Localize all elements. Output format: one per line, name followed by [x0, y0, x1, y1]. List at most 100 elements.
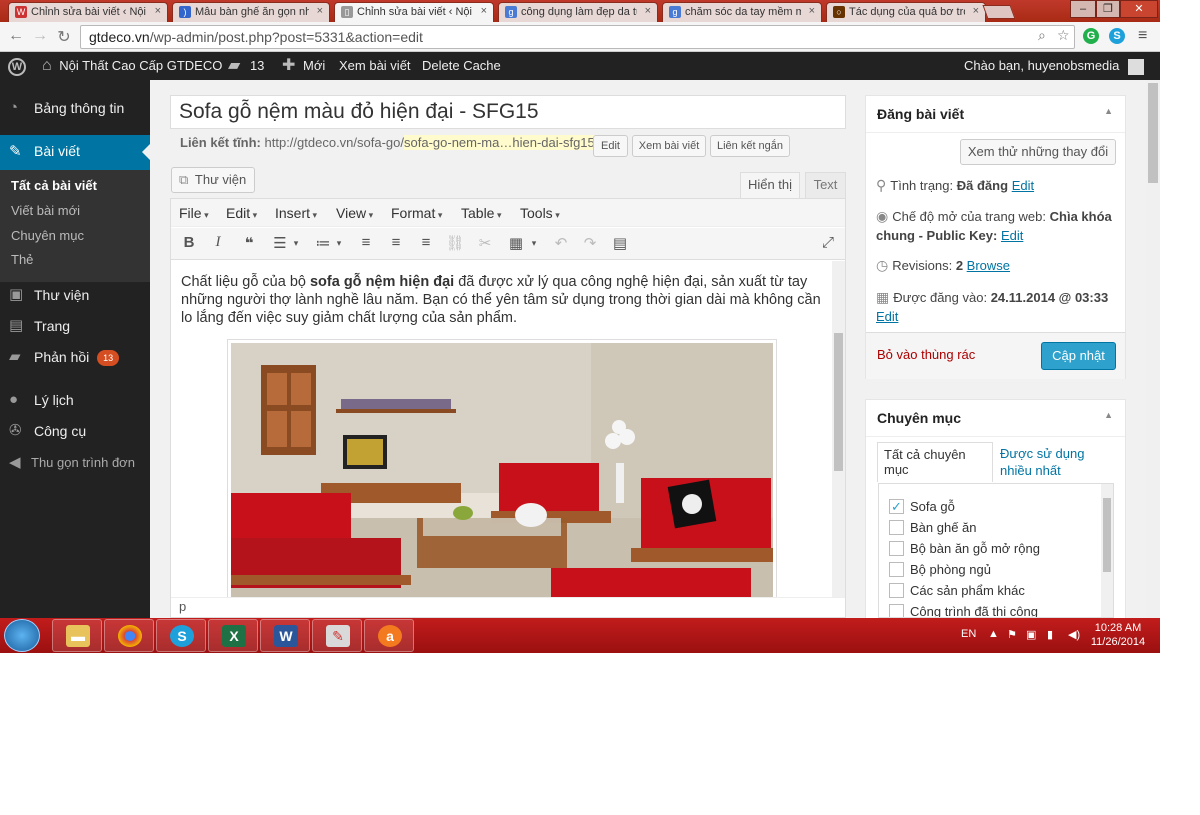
delete-cache-link[interactable]: Delete Cache: [422, 52, 501, 80]
tab-close-icon[interactable]: ×: [317, 5, 323, 17]
close-window-icon[interactable]: ✕: [1120, 0, 1158, 18]
signal-strength-icon[interactable]: ▮: [1047, 628, 1053, 641]
sidebar-item-posts[interactable]: ✎ Bài viết: [0, 135, 150, 170]
back-arrow-icon[interactable]: ←: [6, 27, 26, 45]
tab-text[interactable]: Text: [805, 172, 846, 198]
extension-green-icon[interactable]: G: [1083, 28, 1099, 44]
move-to-trash-link[interactable]: Bỏ vào thùng rác: [877, 347, 975, 362]
network-icon[interactable]: ▣: [1026, 628, 1036, 641]
taskbar-skype[interactable]: S: [156, 619, 206, 652]
post-title-input[interactable]: Sofa gỗ nệm màu đỏ hiện đại - SFG15: [170, 95, 846, 129]
new-content-link[interactable]: ✚ Mới: [282, 52, 325, 80]
browser-tab-6[interactable]: ○ Tác dụng của quả bơ tron ×: [826, 2, 986, 22]
view-post-button[interactable]: Xem bài viết: [632, 135, 706, 157]
menu-insert[interactable]: Insert: [275, 205, 317, 221]
shortlink-button[interactable]: Liên kết ngắn: [710, 135, 790, 157]
bold-icon[interactable]: B: [178, 234, 200, 251]
sidebar-item-dashboard[interactable]: ◔ Bảng thông tin: [0, 93, 150, 123]
permalink-slug[interactable]: sofa-go-nem-ma…hien-dai-sfg15: [404, 135, 595, 150]
taskbar-clock[interactable]: 10:28 AM 11/26/2014: [1088, 621, 1148, 649]
menu-edit[interactable]: Edit: [226, 205, 257, 221]
reload-icon[interactable]: ↻: [54, 27, 74, 47]
tab-all-categories[interactable]: Tất cả chuyên mục: [877, 442, 993, 482]
sidebar-item-pages[interactable]: ▤ Trang: [0, 311, 150, 341]
address-bar[interactable]: gtdeco.vn/wp-admin/post.php?post=5331&ac…: [80, 25, 1075, 49]
bookmark-star-icon[interactable]: ☆: [1057, 27, 1070, 44]
language-indicator[interactable]: EN: [961, 628, 976, 640]
browser-tab-1[interactable]: W Chỉnh sửa bài viết ‹ Nội Th ×: [8, 2, 168, 22]
submenu-all-posts[interactable]: Tất cả bài viết: [11, 178, 97, 193]
tab-close-icon[interactable]: ×: [809, 5, 815, 17]
toolbar-toggle-icon[interactable]: ▤: [609, 234, 631, 252]
tab-most-used[interactable]: Được sử dụng nhiều nhất: [1000, 445, 1118, 479]
tab-close-icon[interactable]: ×: [973, 5, 979, 17]
date-edit-link[interactable]: Edit: [876, 309, 898, 324]
tab-close-icon[interactable]: ×: [155, 5, 161, 17]
tray-expand-icon[interactable]: ▲: [988, 628, 999, 640]
menu-tools[interactable]: Tools: [520, 205, 560, 221]
action-center-flag-icon[interactable]: ⚑: [1007, 628, 1017, 641]
editor-content-area[interactable]: Chất liệu gỗ của bộ sofa gỗ nệm hiện đại…: [171, 261, 831, 597]
preview-changes-button[interactable]: Xem thử những thay đổi: [960, 139, 1116, 165]
taskbar-explorer[interactable]: ▬: [52, 619, 102, 652]
revisions-browse-link[interactable]: Browse: [967, 258, 1010, 273]
taskbar-paint[interactable]: ✎: [312, 619, 362, 652]
sidebar-item-profile[interactable]: ● Lý lịch: [0, 385, 150, 415]
category-scrollbar-thumb[interactable]: [1103, 498, 1111, 572]
category-item[interactable]: Bàn ghế ăn: [889, 520, 977, 536]
submenu-tags[interactable]: Thẻ: [11, 252, 33, 267]
numbered-list-dropdown-icon[interactable]: ▾: [328, 238, 350, 249]
tab-close-icon[interactable]: ×: [481, 5, 487, 17]
checkbox[interactable]: [889, 520, 904, 536]
chrome-menu-icon[interactable]: ≡: [1138, 27, 1147, 45]
redo-icon[interactable]: ↷: [579, 234, 601, 252]
insert-link-icon[interactable]: ⛓: [444, 234, 466, 252]
browser-tab-4[interactable]: g công dụng làm đẹp da từ ×: [498, 2, 658, 22]
skype-extension-icon[interactable]: S: [1109, 28, 1125, 44]
checkbox[interactable]: [889, 562, 904, 578]
windows-start-icon[interactable]: [4, 619, 40, 652]
submenu-categories[interactable]: Chuyên mục: [11, 228, 84, 243]
menu-format[interactable]: Format: [391, 205, 442, 221]
browser-tab-5[interactable]: g chăm sóc da tay mềm ma ×: [662, 2, 822, 22]
align-right-icon[interactable]: ≡: [415, 234, 437, 251]
sidebar-item-comments[interactable]: ▰ Phản hồi 13: [0, 342, 150, 372]
submenu-new-post[interactable]: Viết bài mới: [11, 203, 80, 218]
category-item[interactable]: Các sản phẩm khác: [889, 583, 1025, 599]
align-center-icon[interactable]: ≡: [385, 234, 407, 251]
maximize-window-icon[interactable]: ❐: [1096, 0, 1120, 18]
editor-scrollbar[interactable]: [832, 261, 845, 597]
sidebar-item-tools[interactable]: ✇ Công cụ: [0, 416, 150, 446]
category-item[interactable]: ✓ Sofa gỗ: [889, 499, 955, 515]
menu-file[interactable]: File: [179, 205, 209, 221]
taskbar-chrome[interactable]: [104, 619, 154, 652]
align-left-icon[interactable]: ≡: [355, 234, 377, 251]
status-edit-link[interactable]: Edit: [1012, 178, 1034, 193]
browser-tab-2[interactable]: ) Mẫu bàn ghế ăn gọn nhẹ ×: [172, 2, 330, 22]
menu-view[interactable]: View: [336, 205, 373, 221]
account-greeting[interactable]: Chào bạn, huyenobsmedia: [964, 52, 1145, 80]
taskbar-excel[interactable]: X: [208, 619, 258, 652]
tab-visual[interactable]: Hiển thị: [740, 172, 800, 198]
visibility-edit-link[interactable]: Edit: [1001, 228, 1023, 243]
collapse-menu-button[interactable]: ◀ Thu gọn trình đơn: [0, 448, 150, 478]
page-scrollbar-thumb[interactable]: [1148, 83, 1158, 183]
site-name-link[interactable]: ⌂ Nội Thất Cao Cấp GTDECO: [42, 52, 222, 80]
table-dropdown-icon[interactable]: ▾: [523, 238, 545, 249]
category-item[interactable]: Công trình đã thi công: [889, 604, 1038, 617]
category-item[interactable]: Bộ bàn ăn gỗ mở rộng: [889, 541, 1040, 557]
undo-icon[interactable]: ↶: [550, 234, 572, 252]
taskbar-word[interactable]: W: [260, 619, 310, 652]
comments-link[interactable]: ▰ 13: [228, 52, 264, 80]
checkbox-checked[interactable]: ✓: [889, 499, 904, 515]
checkbox[interactable]: [889, 604, 904, 617]
minimize-window-icon[interactable]: –: [1070, 0, 1096, 18]
italic-icon[interactable]: I: [207, 234, 229, 251]
sidebar-item-media[interactable]: ▣ Thư viện: [0, 280, 150, 310]
category-scrollbar[interactable]: [1101, 484, 1113, 617]
update-button[interactable]: Cập nhật: [1041, 342, 1116, 370]
blockquote-icon[interactable]: ❝: [238, 234, 260, 252]
category-item[interactable]: Bộ phòng ngủ: [889, 562, 991, 578]
editor-scrollbar-thumb[interactable]: [834, 333, 843, 471]
bullet-list-dropdown-icon[interactable]: ▾: [285, 238, 307, 249]
